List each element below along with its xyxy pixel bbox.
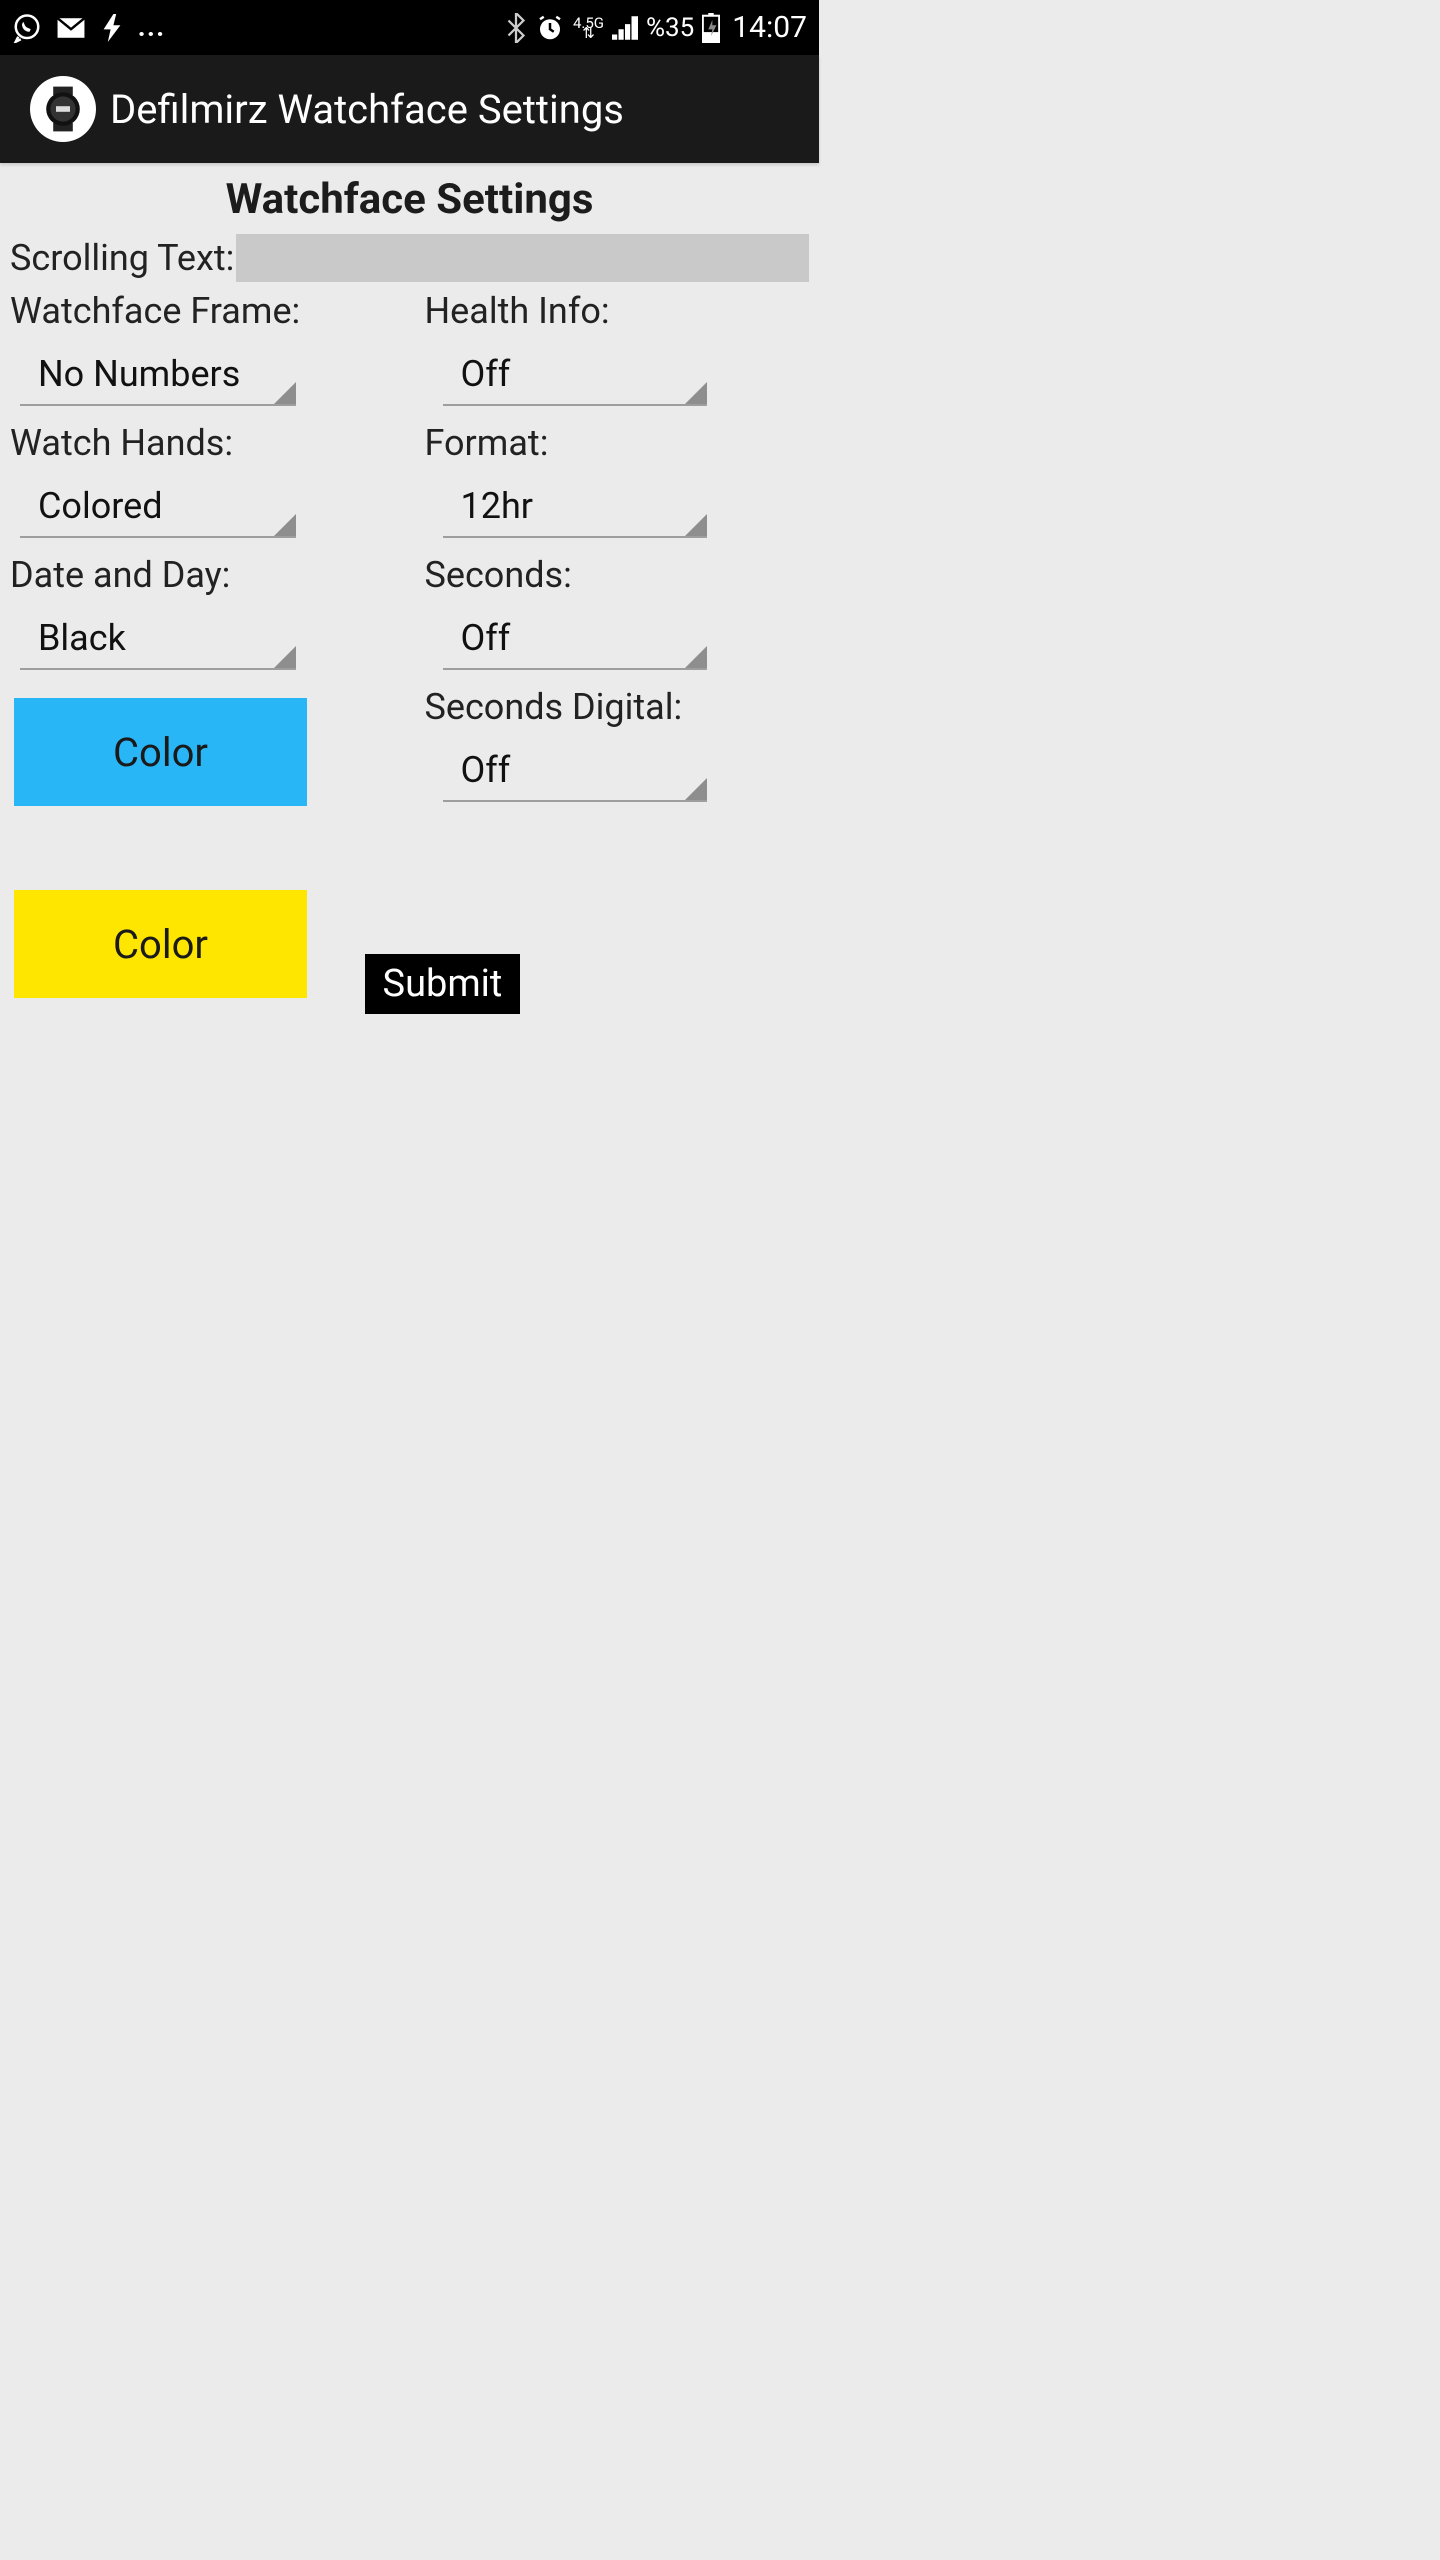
left-column: Watchface Frame: No Numbers Watch Hands:… — [10, 286, 395, 1014]
color-button-2[interactable]: Color — [14, 890, 307, 998]
format-spinner[interactable]: 12hr — [443, 476, 707, 538]
alarm-icon — [535, 13, 565, 43]
health-value: Off — [461, 353, 511, 395]
page-title: Watchface Settings — [10, 175, 809, 224]
clock-text: 14:07 — [732, 10, 807, 45]
secdig-label: Seconds Digital: — [425, 686, 810, 728]
frame-value: No Numbers — [38, 353, 240, 395]
format-label: Format: — [425, 422, 810, 464]
frame-spinner[interactable]: No Numbers — [20, 344, 296, 406]
submit-button-label: Submit — [383, 962, 503, 1006]
color-button-1-label: Color — [113, 729, 208, 776]
scrolling-text-row: Scrolling Text: — [10, 234, 809, 282]
whatsapp-icon — [12, 13, 42, 43]
frame-label: Watchface Frame: — [10, 290, 395, 332]
format-value: 12hr — [461, 485, 534, 527]
network-type: 4.5G⇅ — [573, 18, 604, 38]
health-label: Health Info: — [425, 290, 810, 332]
scrolling-text-input[interactable] — [236, 234, 809, 282]
status-bar: ... 4.5G⇅ %35 14:07 — [0, 0, 819, 55]
app-icon — [30, 76, 96, 142]
secdig-spinner[interactable]: Off — [443, 740, 707, 802]
app-title: Defilmirz Watchface Settings — [110, 86, 624, 133]
scrolling-text-label: Scrolling Text: — [10, 237, 234, 279]
mail-icon — [56, 17, 86, 39]
seconds-spinner[interactable]: Off — [443, 608, 707, 670]
seconds-label: Seconds: — [425, 554, 810, 596]
seconds-value: Off — [461, 617, 511, 659]
hands-label: Watch Hands: — [10, 422, 395, 464]
right-column: Health Info: Off Format: 12hr Seconds: O… — [425, 286, 810, 1014]
status-right: 4.5G⇅ %35 14:07 — [505, 10, 807, 45]
date-spinner[interactable]: Black — [20, 608, 296, 670]
flash-icon — [100, 14, 124, 42]
secdig-value: Off — [461, 749, 511, 791]
bluetooth-icon — [505, 13, 527, 43]
app-bar: Defilmirz Watchface Settings — [0, 55, 819, 163]
signal-icon — [612, 16, 638, 40]
more-icon: ... — [138, 14, 166, 42]
submit-button[interactable]: Submit — [365, 954, 521, 1014]
health-spinner[interactable]: Off — [443, 344, 707, 406]
content: Watchface Settings Scrolling Text: Watch… — [0, 163, 819, 1014]
status-left: ... — [12, 13, 166, 43]
hands-value: Colored — [38, 485, 163, 527]
color-button-1[interactable]: Color — [14, 698, 307, 806]
battery-icon — [702, 13, 720, 43]
color-button-2-label: Color — [113, 921, 208, 968]
date-label: Date and Day: — [10, 554, 395, 596]
date-value: Black — [38, 617, 126, 659]
hands-spinner[interactable]: Colored — [20, 476, 296, 538]
battery-text: %35 — [646, 13, 694, 43]
